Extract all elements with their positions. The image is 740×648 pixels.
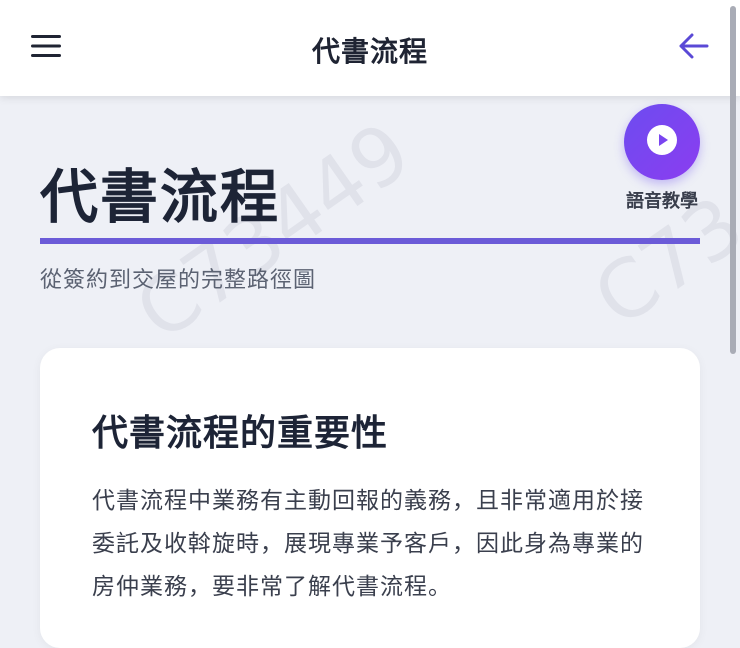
title-divider (40, 238, 700, 244)
play-icon (645, 123, 679, 161)
card-body: 代書流程中業務有主動回報的義務，且非常適用於接委託及收斡旋時，展現專業予客戶，因… (92, 488, 644, 600)
app-bar: 代書流程 (0, 0, 740, 96)
page-title: 代書流程 (40, 163, 281, 231)
scrollbar[interactable] (730, 6, 736, 354)
card-title: 代書流程的重要性 (92, 413, 389, 454)
app-bar-title: 代書流程 (311, 35, 428, 68)
arrow-left-icon (679, 33, 709, 63)
importance-card: 代書流程的重要性 代書流程中業務有主動回報的義務，且非常適用於接委託及收斡旋時，… (40, 348, 700, 648)
back-button[interactable] (676, 30, 712, 66)
page-subtitle: 從簽約到交屋的完整路徑圖 (40, 268, 317, 293)
audio-tutorial-label: 語音教學 (626, 191, 698, 212)
audio-tutorial-button[interactable] (624, 104, 700, 180)
